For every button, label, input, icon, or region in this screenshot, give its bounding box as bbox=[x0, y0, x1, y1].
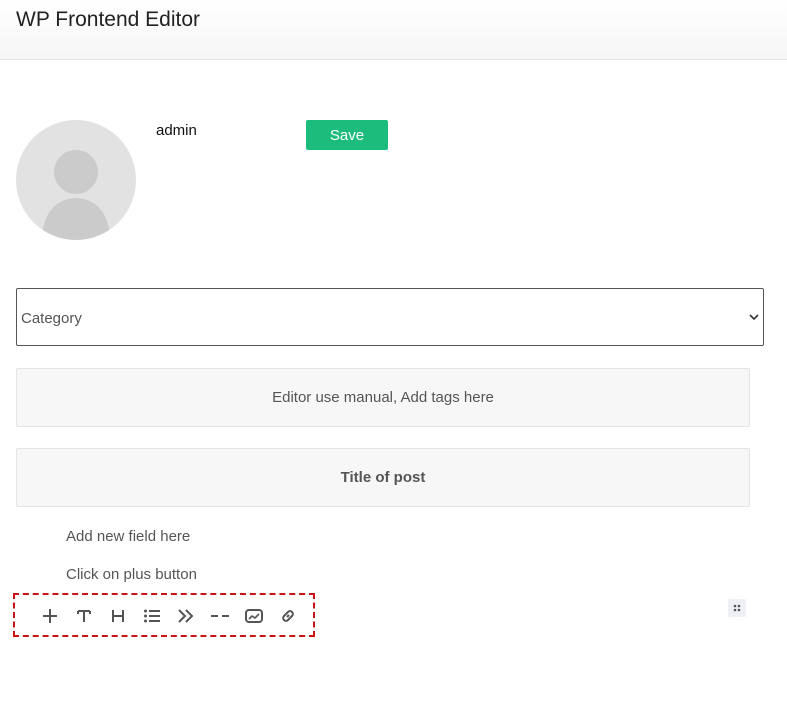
category-select-value: Category bbox=[21, 310, 82, 327]
delimiter-block-button[interactable] bbox=[207, 603, 233, 629]
heading-block-button[interactable] bbox=[105, 603, 131, 629]
click-plus-hint: Click on plus button bbox=[66, 566, 197, 583]
post-title-field[interactable]: Title of post bbox=[16, 448, 750, 507]
chevron-down-icon bbox=[749, 314, 759, 321]
app-header: WP Frontend Editor bbox=[0, 0, 787, 60]
user-avatar-icon bbox=[42, 150, 110, 240]
text-icon bbox=[77, 610, 91, 622]
drag-handle[interactable] bbox=[728, 599, 746, 617]
image-icon bbox=[245, 609, 263, 623]
save-button[interactable]: Save bbox=[306, 120, 388, 150]
link-block-button[interactable] bbox=[275, 603, 301, 629]
block-toolbar bbox=[13, 593, 315, 637]
heading-icon bbox=[112, 610, 124, 622]
add-block-button[interactable] bbox=[37, 603, 63, 629]
add-field-hint: Add new field here bbox=[66, 528, 191, 545]
delimiter-icon bbox=[211, 615, 229, 617]
link-icon bbox=[282, 610, 294, 622]
quote-block-button[interactable] bbox=[173, 603, 199, 629]
tags-field[interactable]: Editor use manual, Add tags here bbox=[16, 368, 750, 427]
list-block-button[interactable] bbox=[139, 603, 165, 629]
category-select[interactable]: Category bbox=[16, 288, 764, 346]
drag-handle-icon bbox=[733, 604, 741, 612]
page-title: WP Frontend Editor bbox=[16, 8, 201, 31]
avatar bbox=[16, 120, 136, 240]
text-block-button[interactable] bbox=[71, 603, 97, 629]
image-block-button[interactable] bbox=[241, 603, 267, 629]
username: admin bbox=[156, 122, 197, 139]
quote-icon bbox=[178, 609, 194, 623]
plus-icon bbox=[43, 609, 57, 623]
post-title-label: Title of post bbox=[340, 469, 426, 486]
list-icon bbox=[144, 609, 160, 623]
tags-field-label: Editor use manual, Add tags here bbox=[272, 389, 494, 406]
